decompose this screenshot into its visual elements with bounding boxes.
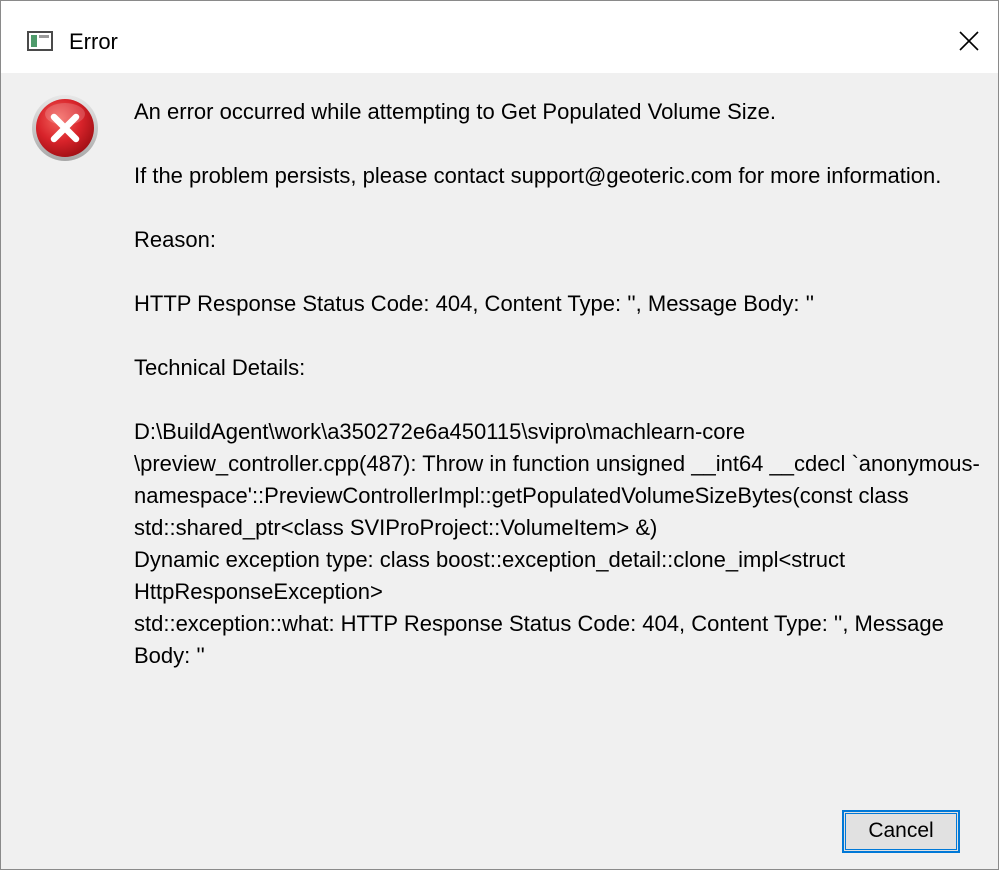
technical-details-text: D:\BuildAgent\work\a350272e6a450115\svip… <box>134 419 980 668</box>
message-area: An error occurred while attempting to Ge… <box>134 96 986 672</box>
reason-text: HTTP Response Status Code: 404, Content … <box>134 291 815 316</box>
error-icon <box>31 94 99 162</box>
window-title: Error <box>69 29 118 54</box>
cancel-button[interactable]: Cancel <box>842 810 960 853</box>
support-message: If the problem persists, please contact … <box>134 163 942 188</box>
cancel-button-label: Cancel <box>868 819 934 842</box>
close-button[interactable] <box>940 13 998 69</box>
close-icon <box>959 31 979 51</box>
reason-label: Reason: <box>134 227 216 252</box>
error-message: An error occurred while attempting to Ge… <box>134 99 777 124</box>
title-bar[interactable]: Error <box>1 1 998 73</box>
application-window-icon <box>27 31 53 51</box>
error-dialog-window: Error An error occurred while attempting… <box>0 0 999 870</box>
technical-details-label: Technical Details: <box>134 355 306 380</box>
